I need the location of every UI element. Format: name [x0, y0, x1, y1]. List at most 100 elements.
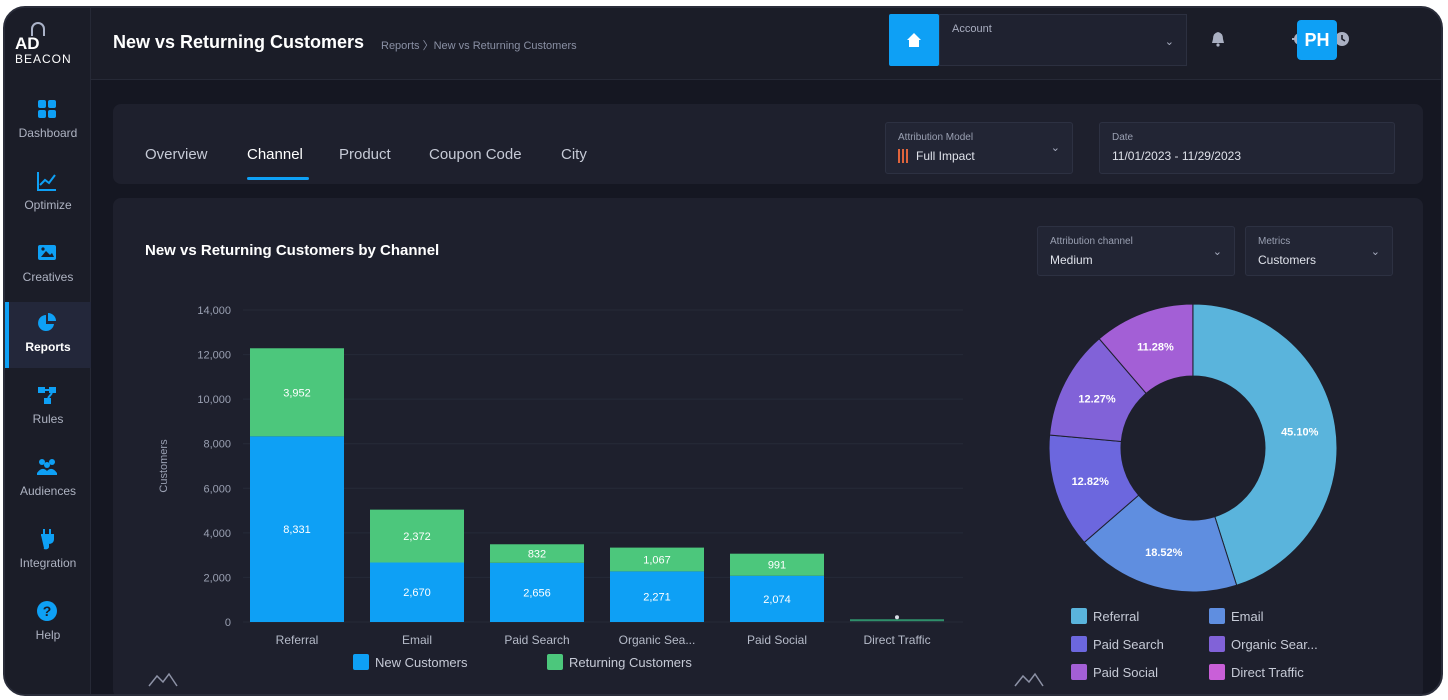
report-tabs-panel: Overview Channel Product Coupon Code Cit…	[113, 104, 1423, 184]
sidebar-item-audiences[interactable]: Audiences	[5, 446, 91, 512]
y-tick-label: 0	[225, 617, 231, 629]
breadcrumb[interactable]: Reports 〉New vs Returning Customers	[381, 37, 577, 53]
legend-swatch	[1071, 608, 1087, 624]
sidebar-item-integration[interactable]: Integration	[5, 518, 91, 584]
x-tick-label: Paid Search	[504, 633, 569, 647]
logo-text-beacon: BEACON	[15, 52, 72, 66]
image-icon	[38, 245, 56, 260]
app-window: AD BEACON Dashboard Optimize Creatives R…	[3, 6, 1443, 696]
legend-label: Organic Sear...	[1231, 637, 1318, 652]
top-bar: New vs Returning Customers Reports 〉New …	[91, 8, 1441, 80]
flow-icon	[38, 387, 56, 404]
pie-chart-icon	[38, 313, 56, 331]
adbeacon-logo[interactable]: AD BEACON	[11, 22, 85, 70]
y-axis-label: Customers	[158, 439, 170, 493]
data-label: 1,067	[643, 554, 671, 566]
tab-product[interactable]: Product	[339, 146, 391, 163]
slice-label: 11.28%	[1137, 342, 1174, 354]
svg-text:?: ?	[43, 603, 52, 619]
y-tick-label: 6,000	[203, 483, 231, 495]
y-tick-label: 2,000	[203, 572, 231, 584]
donut-chart: 45.10% 18.52% 12.82% 12.27% 11.28% Referral Em…	[1014, 303, 1338, 687]
sidebar-item-label: Help	[35, 628, 61, 642]
data-label: 2,656	[523, 587, 551, 599]
help-icon: ?	[37, 601, 57, 621]
slice-label: 12.27%	[1078, 394, 1116, 406]
bell-icon[interactable]	[1209, 30, 1227, 48]
y-tick-label: 8,000	[203, 439, 231, 451]
legend-label: Email	[1231, 609, 1264, 624]
tab-coupon-code[interactable]: Coupon Code	[429, 146, 522, 163]
account-select[interactable]: Account ⌄	[939, 14, 1187, 66]
x-tick-label: Referral	[276, 633, 319, 647]
data-label: 2,670	[403, 587, 431, 599]
legend-swatch	[1209, 664, 1225, 680]
legend-swatch	[1209, 608, 1225, 624]
sidebar-item-help[interactable]: ? Help	[5, 590, 91, 656]
data-label: 832	[528, 549, 546, 561]
full-impact-bars-icon	[898, 149, 908, 163]
tab-channel[interactable]: Channel	[247, 146, 303, 163]
data-label: 2,074	[763, 594, 791, 606]
watermark-logo-icon	[1014, 672, 1044, 687]
sidebar-item-label: Rules	[32, 412, 64, 426]
data-label: 8,331	[283, 524, 311, 536]
sidebar: AD BEACON Dashboard Optimize Creatives R…	[5, 8, 91, 694]
legend-label: Paid Search	[1093, 637, 1164, 652]
y-tick-label: 4,000	[203, 528, 231, 540]
legend-swatch	[1209, 636, 1225, 652]
chart-panel: New vs Returning Customers by Channel At…	[113, 198, 1423, 694]
legend-label: Paid Social	[1093, 665, 1158, 680]
legend-swatch-new	[353, 654, 369, 670]
date-label: Date	[1112, 132, 1134, 143]
bar-segment	[850, 619, 944, 622]
sidebar-item-optimize[interactable]: Optimize	[5, 160, 91, 226]
people-icon	[37, 459, 57, 475]
x-tick-label: Email	[402, 633, 432, 647]
legend-swatch-returning	[547, 654, 563, 670]
x-tick-label: Direct Traffic	[863, 633, 930, 647]
legend-swatch	[1071, 636, 1087, 652]
line-chart-icon	[37, 172, 56, 191]
y-tick-label: 10,000	[197, 394, 231, 406]
sidebar-item-dashboard[interactable]: Dashboard	[5, 88, 91, 154]
slice-label: 12.82%	[1072, 476, 1110, 488]
home-icon	[907, 33, 921, 47]
moon-icon[interactable]	[1249, 30, 1267, 48]
sidebar-item-reports[interactable]: Reports	[5, 302, 91, 368]
stacked-bar-chart: 0 2,000 4,000 6,000 8,000 10,000 12,000 14,000 C…	[148, 305, 963, 687]
bar-marker	[895, 615, 899, 620]
legend-label: Referral	[1093, 609, 1139, 624]
avatar[interactable]: PH	[1297, 20, 1337, 60]
home-button[interactable]	[889, 14, 939, 66]
sidebar-item-label: Optimize	[24, 198, 72, 212]
dashboard-grid-icon	[38, 100, 56, 118]
sidebar-item-label: Integration	[19, 556, 77, 570]
page-title: New vs Returning Customers	[113, 32, 365, 52]
x-tick-label: Organic Sea...	[619, 633, 696, 647]
x-tick-label: Paid Social	[747, 633, 807, 647]
date-range-picker[interactable]: Date 11/01/2023 - 11/29/2023	[1099, 122, 1395, 174]
data-label: 2,372	[403, 531, 431, 543]
slice-label: 18.52%	[1145, 547, 1183, 559]
logo-text-ad: AD	[15, 34, 40, 53]
sidebar-item-creatives[interactable]: Creatives	[5, 232, 91, 298]
attribution-model-select[interactable]: Attribution Model Full Impact ⌄	[885, 122, 1073, 174]
data-label: 3,952	[283, 387, 311, 399]
attribution-model-label: Attribution Model	[898, 132, 974, 143]
sidebar-item-label: Audiences	[19, 484, 77, 498]
watermark-logo-icon	[148, 672, 178, 687]
slice-label: 45.10%	[1281, 426, 1319, 438]
date-value: 11/01/2023 - 11/29/2023	[1112, 149, 1241, 163]
sidebar-item-label: Creatives	[22, 270, 74, 284]
account-label: Account	[952, 23, 992, 35]
sidebar-item-label: Reports	[25, 340, 71, 354]
tab-overview[interactable]: Overview	[145, 146, 208, 163]
legend-label: Returning Customers	[569, 655, 692, 670]
data-label: 2,271	[643, 592, 671, 604]
legend-swatch	[1071, 664, 1087, 680]
data-label: 991	[768, 560, 786, 572]
tab-city[interactable]: City	[561, 146, 587, 163]
y-tick-label: 14,000	[197, 305, 231, 317]
sidebar-item-rules[interactable]: Rules	[5, 374, 91, 440]
